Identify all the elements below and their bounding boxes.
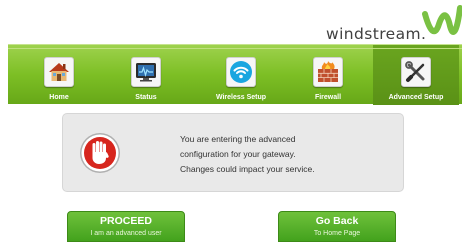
warning-line: Changes could impact your service.	[180, 164, 315, 174]
go-back-button-subtitle: To Home Page	[313, 230, 361, 237]
wireless-icon	[226, 57, 256, 87]
nav-item-status[interactable]: Status	[103, 45, 189, 105]
nav-item-label: Firewall	[314, 94, 342, 101]
brand-name: windstream.	[326, 25, 427, 43]
warning-line: You are entering the advanced	[180, 134, 296, 144]
warning-message: You are entering the advanced configurat…	[180, 132, 395, 177]
proceed-button[interactable]: PROCEED I am an advanced user	[67, 211, 185, 242]
nav-item-home[interactable]: Home	[16, 45, 102, 105]
nav-item-firewall[interactable]: Firewall	[285, 45, 371, 105]
nav-item-label: Wireless Setup	[215, 94, 267, 101]
stop-hand-icon	[80, 133, 120, 173]
warning-line: configuration for your gateway.	[180, 149, 296, 159]
nav-item-label: Status	[135, 94, 157, 101]
tools-icon	[401, 57, 431, 87]
nav-item-wireless-setup[interactable]: Wireless Setup	[198, 45, 284, 105]
nav-item-label: Advanced Setup	[388, 94, 444, 101]
proceed-button-label: PROCEED	[100, 215, 152, 227]
home-icon	[44, 57, 74, 87]
nav-item-advanced-setup[interactable]: Advanced Setup	[373, 45, 459, 105]
proceed-button-subtitle: I am an advanced user	[90, 230, 162, 237]
nav-item-label: Home	[49, 94, 69, 101]
windstream-wave-icon	[422, 5, 462, 35]
main-nav: Home Status Wireless Setup Firewall Adva…	[8, 44, 462, 105]
warning-notice: You are entering the advanced configurat…	[62, 113, 404, 192]
windstream-logo: windstream.	[326, 4, 462, 46]
firewall-icon	[313, 57, 343, 87]
status-monitor-icon	[131, 57, 161, 87]
go-back-button[interactable]: Go Back To Home Page	[278, 211, 396, 242]
go-back-button-label: Go Back	[315, 215, 359, 227]
